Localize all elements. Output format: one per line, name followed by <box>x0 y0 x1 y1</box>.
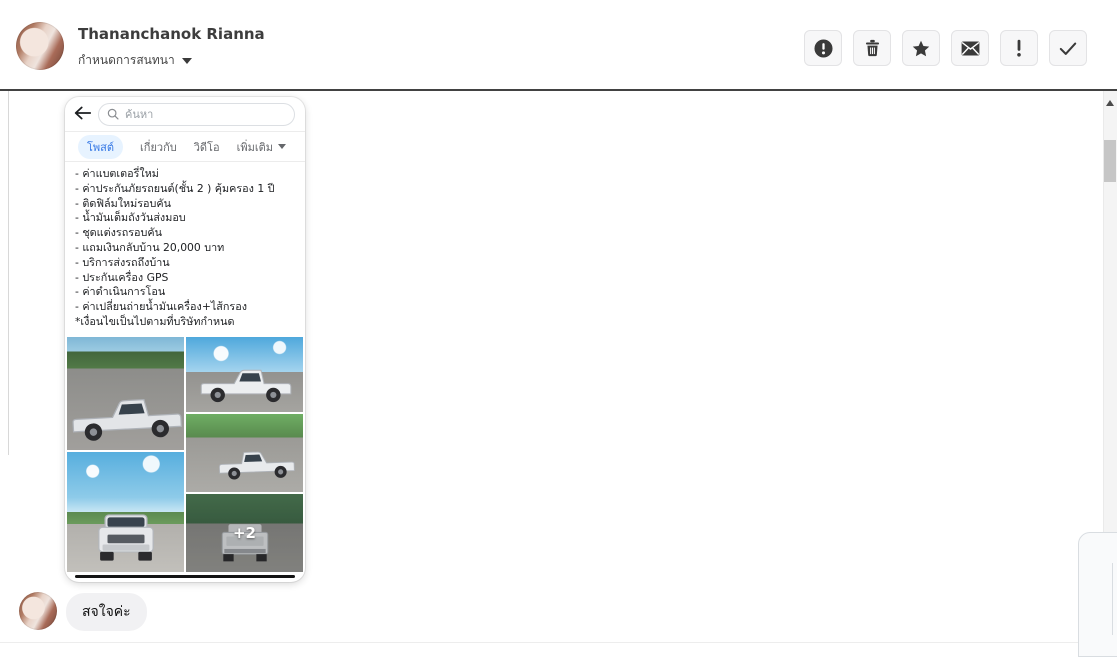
check-icon <box>1059 41 1077 56</box>
post-line: - บริการส่งรถถึงบ้าน <box>75 255 170 269</box>
shared-page-attachment[interactable]: โพสต์ เกี่ยวกับ วิดีโอ เพิ่มเติม - ค่าแบ… <box>65 97 305 582</box>
mark-unread-button[interactable] <box>951 30 989 66</box>
more-photos-count: +2 <box>232 524 256 542</box>
post-line: - ประกันเครื่อง GPS <box>75 270 169 284</box>
report-button[interactable] <box>804 30 842 66</box>
tab-videos[interactable]: วิดีโอ <box>194 138 220 156</box>
delete-button[interactable] <box>853 30 891 66</box>
floating-panel-divider <box>1112 563 1113 635</box>
post-line: - ค่าประกันภัยรถยนต์(ชั้น 2 ) คุ้มครอง 1… <box>75 181 275 195</box>
conversation-schedule-dropdown[interactable]: กำหนดการสนทนา <box>78 51 192 70</box>
truck-photo-shape <box>72 398 182 441</box>
post-line: - ค่าดำเนินการโอน <box>75 285 166 299</box>
header-action-bar <box>804 30 1087 66</box>
photo-truck-rear[interactable]: +2 <box>186 494 303 572</box>
floating-panel[interactable] <box>1078 532 1117 657</box>
screenshot-home-bar <box>75 575 295 578</box>
chevron-down-icon <box>277 144 286 149</box>
more-photos-overlay[interactable]: +2 <box>186 494 303 572</box>
star-button[interactable] <box>902 30 940 66</box>
message-bubble: สจใจค่ะ <box>66 593 147 631</box>
post-line: - ค่าเปลี่ยนถ่ายน้ำมันเครื่อง+ไส้กรอง <box>75 300 247 314</box>
sender-avatar <box>19 592 57 630</box>
post-line: - ค่าแบตเตอรี่ใหม่ <box>75 167 159 180</box>
page-search-field[interactable] <box>98 103 295 126</box>
post-line: - ชุดแต่งรถรอบคัน <box>75 226 162 240</box>
incoming-message-row: สจใจค่ะ <box>19 592 147 631</box>
tab-more[interactable]: เพิ่มเติม <box>237 138 286 156</box>
envelope-icon <box>961 40 980 56</box>
attachment-search-bar <box>65 97 305 132</box>
scrollbar-up-arrow[interactable] <box>1106 100 1114 106</box>
done-button[interactable] <box>1049 30 1087 66</box>
exclamation-icon <box>1016 39 1022 57</box>
contact-name: Thananchanok Rianna <box>78 25 265 43</box>
photo-truck-front[interactable] <box>67 452 184 572</box>
page-tab-bar: โพสต์ เกี่ยวกับ วิดีโอ เพิ่มเติม <box>65 132 305 162</box>
truck-photo-shape <box>218 451 295 480</box>
post-line: - ติดฟิล์มใหม่รอบคัน <box>75 196 171 210</box>
truck-photo-shape <box>200 369 292 402</box>
spam-button[interactable] <box>1000 30 1038 66</box>
tab-about[interactable]: เกี่ยวกับ <box>140 138 177 156</box>
conversation-schedule-label: กำหนดการสนทนา <box>78 53 175 67</box>
conversation-header: Thananchanok Rianna กำหนดการสนทนา <box>0 0 1117 91</box>
truck-photo-shape <box>98 514 154 561</box>
post-line: - แถมเงินกลับบ้าน 20,000 บาท <box>75 240 225 254</box>
photo-truck-front-quarter[interactable] <box>67 337 184 450</box>
post-text-block: - ค่าแบตเตอรี่ใหม่ - ค่าประกันภัยรถยนต์(… <box>65 162 305 330</box>
back-button[interactable] <box>74 105 94 123</box>
trash-icon <box>865 39 880 57</box>
photo-truck-rear-quarter[interactable] <box>186 414 303 492</box>
photo-truck-side[interactable] <box>186 337 303 412</box>
messenger-conversation-screen: Thananchanok Rianna กำหนดการสนทนา ค้นหา … <box>0 0 1117 657</box>
post-photo-grid: +2 <box>67 337 303 572</box>
bottom-divider <box>0 642 1078 643</box>
tab-posts[interactable]: โพสต์ <box>78 134 124 159</box>
post-line: *เงื่อนไขเป็นไปตามที่บริษัทกำหนด <box>75 314 235 328</box>
post-line: - น้ำมันเต็มถังวันส่งมอบ <box>75 211 186 225</box>
chevron-down-icon <box>181 57 192 64</box>
search-icon <box>107 105 119 124</box>
search-input[interactable] <box>125 108 275 121</box>
back-arrow-icon <box>74 105 92 124</box>
vertical-scrollbar-thumb[interactable] <box>1104 140 1116 182</box>
star-icon <box>912 40 930 57</box>
alert-circle-icon <box>813 38 833 58</box>
contact-avatar <box>16 22 64 70</box>
